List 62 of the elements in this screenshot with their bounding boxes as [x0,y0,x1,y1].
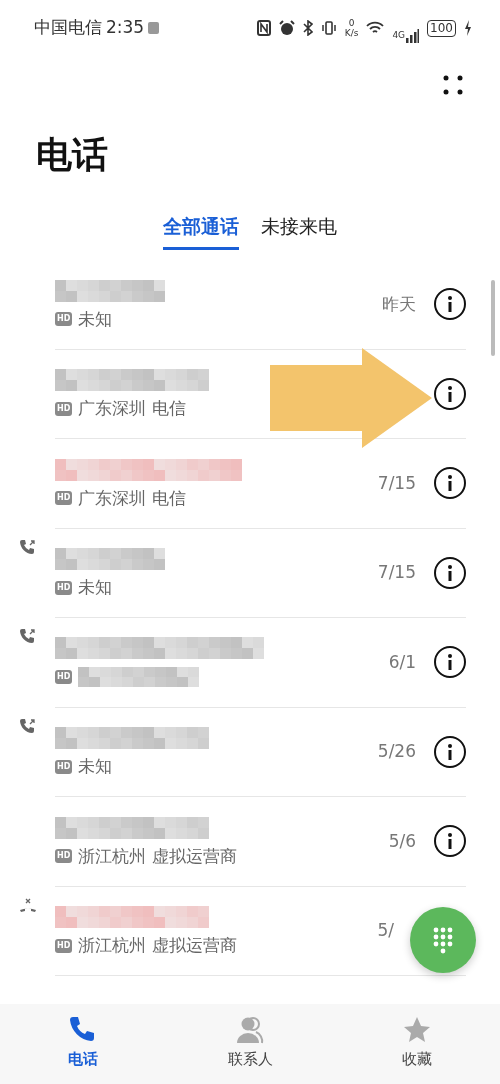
hd-badge: HD [55,401,73,416]
info-icon [447,385,453,402]
call-date: 5/26 [377,740,416,763]
call-location: 广东深圳 电信 [78,399,186,419]
info-button[interactable] [434,735,466,768]
call-date: 昨天 [382,292,416,316]
hd-badge: HD [55,849,73,864]
info-button[interactable] [434,646,466,679]
call-date: 6/1 [388,650,416,674]
hd-badge: HD [55,759,73,774]
vibrate-icon [320,20,337,36]
charging-icon [464,20,472,36]
call-date: 7/15 [377,561,416,584]
nfc-icon [256,20,271,36]
info-icon [447,564,453,581]
info-icon [447,833,453,850]
wifi-icon [366,21,385,35]
hd-badge: HD [55,938,73,953]
network-type: 4G [392,29,406,43]
info-button[interactable] [434,377,466,410]
outgoing-call-icon [18,538,37,556]
info-button[interactable] [434,467,466,500]
call-date: 5/6 [388,829,416,853]
info-button[interactable] [434,825,466,858]
speed-unit: K/s [344,28,359,38]
nav-tab[interactable]: 电话 [0,1004,167,1084]
hd-badge: HD [55,670,73,685]
carrier-name: 中国电信 [34,16,102,40]
nav-tab[interactable]: 联系人 [166,1004,334,1084]
info-icon [447,296,453,313]
nav-tab[interactable]: 收藏 [333,1004,500,1084]
outgoing-call-icon [18,628,37,645]
speed-value: 0 [347,18,356,28]
call-location: 浙江杭州 虚拟运营商 [78,846,237,866]
call-location: 广东深圳 电信 [78,488,186,508]
call-location: 未知 [78,578,113,598]
tab[interactable]: 全部通话 [163,206,239,250]
call-location: 未知 [78,757,113,777]
signal-icon [405,28,420,43]
info-icon [447,654,453,671]
hd-badge: HD [55,491,73,506]
hd-badge: HD [55,312,73,327]
star-icon [402,1016,431,1044]
info-icon [447,475,453,492]
call-date: 7/15 [377,471,416,495]
hd-badge: HD [55,580,73,595]
battery-level: 100 [427,19,456,37]
info-icon [447,743,453,760]
info-button[interactable] [434,288,466,321]
rejected-call-icon [18,896,37,914]
call-date: 5/ [377,919,394,942]
page-title: 电话 [36,137,108,173]
info-button[interactable] [434,556,466,589]
call-location: 浙江杭州 虚拟运营商 [78,936,237,956]
bluetooth-icon [302,20,313,36]
outgoing-call-icon [18,717,37,735]
clock-time: 2:35 [106,16,145,40]
tab[interactable]: 未接来电 [261,206,337,250]
contacts-icon [236,1016,264,1044]
more-menu-button[interactable] [442,74,464,96]
alarm-icon [278,20,295,36]
call-location: 未知 [78,309,113,329]
